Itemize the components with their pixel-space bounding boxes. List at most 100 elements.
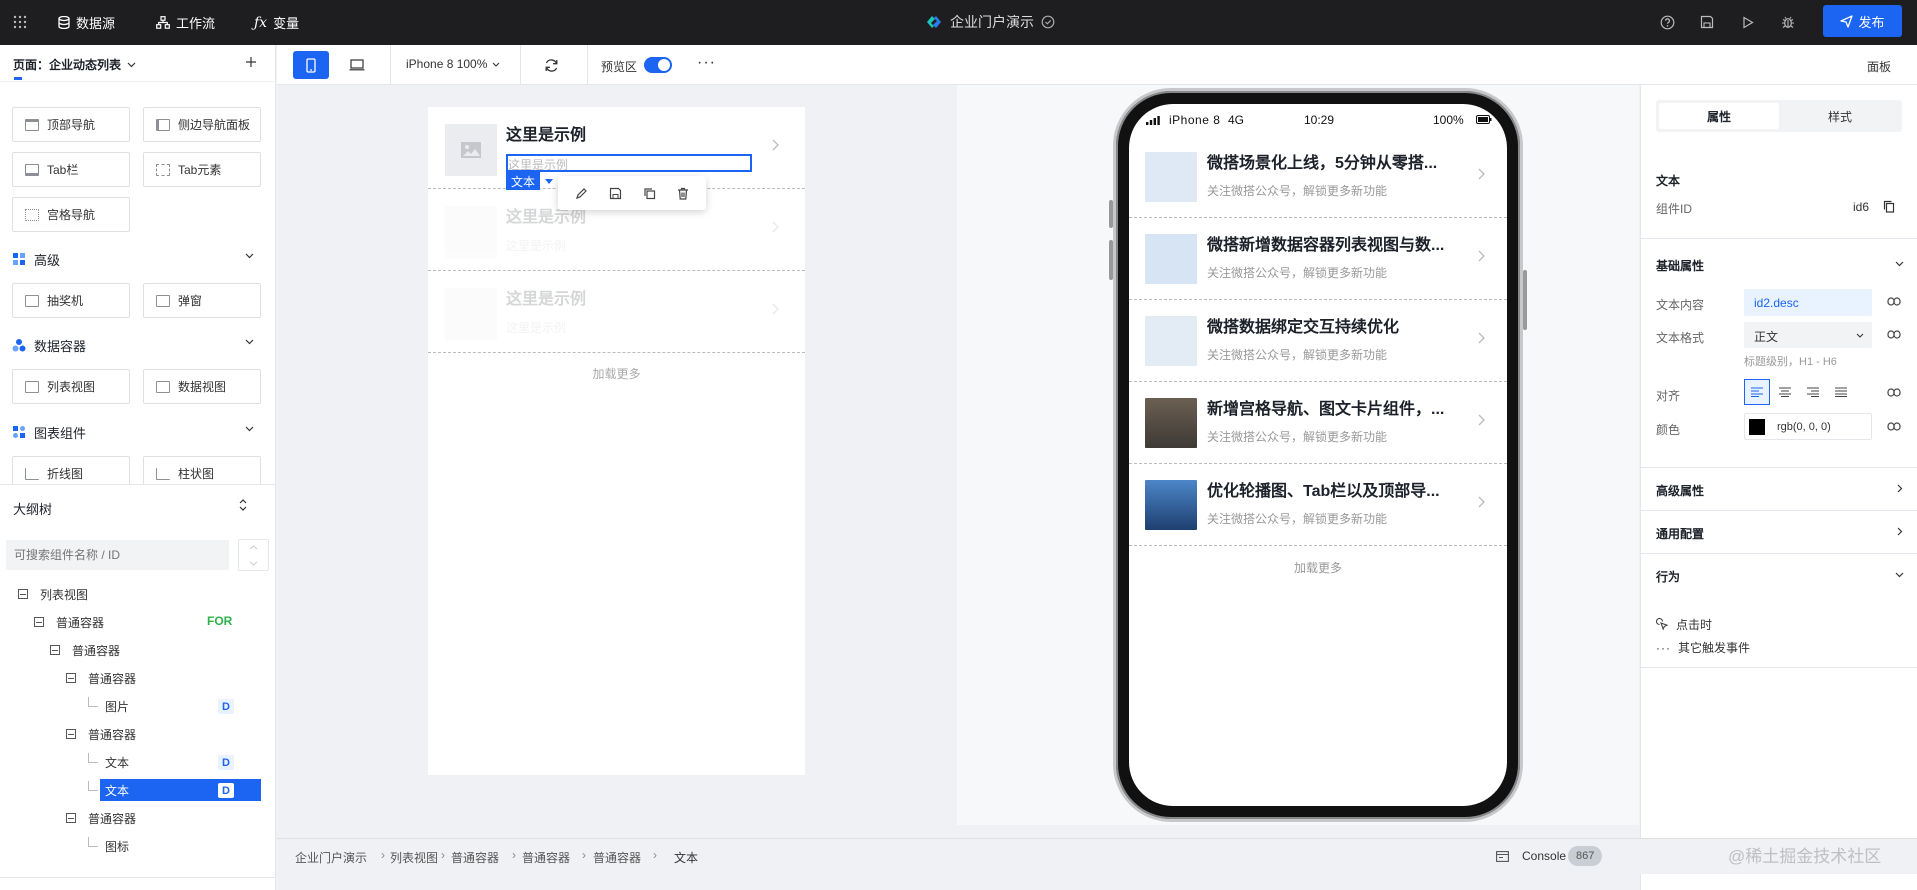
news-item[interactable]: 微搭场景化上线，5分钟从零搭... 关注微搭公众号，解锁更多新功能 [1129,136,1507,218]
save-template-icon[interactable] [609,187,622,200]
publish-button[interactable]: 发布 [1823,5,1902,37]
caret-down-icon[interactable] [545,179,553,184]
news-item[interactable]: 微搭新增数据容器列表视图与数... 关注微搭公众号，解锁更多新功能 [1129,218,1507,300]
copy-icon[interactable] [1883,200,1895,213]
page-selector[interactable]: 页面：企业动态列表 [13,56,136,73]
comp-line-chart[interactable]: 折线图 [12,456,130,484]
preview-toggle[interactable] [644,57,672,73]
comp-tab-bar[interactable]: Tab栏 [12,152,130,187]
refresh-icon[interactable] [544,58,559,73]
load-more-preview[interactable]: 加载更多 [1129,559,1507,576]
breadcrumb-item[interactable]: 列表视图 [390,849,438,866]
section-advanced[interactable]: 高级 [12,249,262,269]
list-item[interactable]: 这里是示例 这里是示例 [428,271,805,353]
panel-toggle[interactable]: 面板 [1867,58,1891,75]
apps-grid-icon[interactable] [10,12,30,32]
device-selector[interactable]: iPhone 8 100% [406,57,500,71]
breadcrumb-item[interactable]: 普通容器 [593,849,641,866]
image-placeholder[interactable] [445,124,497,176]
link-icon[interactable] [1887,422,1901,431]
tree-node-list-view[interactable]: 列表视图 [18,583,88,605]
tree-node-image[interactable]: 图片 [88,695,129,717]
tab-properties[interactable]: 属性 [1659,103,1779,129]
other-events[interactable]: ··· 其它触发事件 [1656,639,1750,656]
nav-datasource[interactable]: 数据源 [58,0,115,45]
desktop-icon [349,59,365,71]
tree-node-icon[interactable]: 图标 [88,835,129,857]
bug-icon[interactable] [1778,12,1798,32]
news-item[interactable]: 优化轮播图、Tab栏以及顶部导... 关注微搭公众号，解锁更多新功能 [1129,464,1507,546]
comp-tab-element[interactable]: Tab元素 [143,152,261,187]
component-id-label: 组件ID [1656,202,1693,216]
desktop-view-button[interactable] [339,51,375,79]
collapse-toggle-icon[interactable] [238,498,248,512]
link-icon[interactable] [1887,330,1901,339]
edit-icon[interactable] [575,187,588,200]
nav-variables[interactable]: ƒx 变量 [254,0,299,45]
comp-list-view-label: 列表视图 [47,380,96,394]
chevron-down-icon[interactable] [1895,261,1904,267]
align-right-button[interactable] [1800,379,1826,405]
color-field[interactable]: rgb(0, 0, 0) [1744,413,1872,440]
breadcrumb-item[interactable]: 企业门户演示 [295,849,367,866]
nav-workflow[interactable]: 工作流 [156,0,215,45]
tree-node-container[interactable]: 普通容器 [50,639,120,661]
section-data-container[interactable]: 数据容器 [12,335,262,355]
tree-node-container[interactable]: 普通容器 [66,807,136,829]
tree-node-text[interactable]: 文本 [88,751,129,773]
comp-list-view[interactable]: 列表视图 [12,369,130,404]
comp-line-chart-label: 折线图 [47,467,84,481]
selection-outline[interactable]: 这里是示例 [506,154,752,172]
comp-lottery[interactable]: 抽奖机 [12,283,130,318]
outline-search-input[interactable] [6,540,229,570]
comp-side-nav[interactable]: 侧边导航面板 [143,107,261,142]
on-click-event[interactable]: 点击时 [1656,616,1712,633]
play-icon[interactable] [1738,12,1758,32]
add-page-icon[interactable] [245,56,257,68]
search-stepper[interactable] [238,539,269,571]
mobile-view-button[interactable] [293,51,329,79]
help-icon[interactable] [1657,12,1677,32]
align-left-button[interactable] [1744,379,1770,405]
tree-node-text-selected-row[interactable]: 文本 [88,779,129,801]
bind-badge: D [218,783,234,798]
tree-node-container[interactable]: 普通容器 [34,611,104,633]
advanced-properties-section[interactable]: 高级属性 [1641,467,1917,510]
breadcrumb-item[interactable]: 普通容器 [522,849,570,866]
console-button[interactable]: Console [1522,849,1566,863]
tab-styles[interactable]: 样式 [1781,103,1899,129]
selected-component-tag[interactable]: 文本 [506,172,541,190]
color-swatch[interactable] [1749,419,1765,435]
tree-node-container[interactable]: 普通容器 [66,723,136,745]
copy-icon[interactable] [643,187,656,200]
comp-data-view[interactable]: 数据视图 [143,369,261,404]
tree-node-container[interactable]: 普通容器 [66,667,136,689]
section-charts-title: 图表组件 [34,425,87,441]
align-center-button[interactable] [1772,379,1798,405]
comp-top-nav[interactable]: 顶部导航 [12,107,130,142]
save-icon[interactable] [1697,12,1717,32]
link-icon[interactable] [1887,297,1901,306]
align-justify-button[interactable] [1828,379,1854,405]
component-name: 文本 [1656,174,1681,188]
link-icon[interactable] [1887,388,1901,397]
breadcrumb-item[interactable]: 普通容器 [451,849,499,866]
text-format-select[interactable]: 正文 [1744,322,1872,348]
chart-section-icon [13,426,25,438]
text-content-field[interactable]: id2.desc [1744,289,1872,316]
news-item[interactable]: 微搭数据绑定交互持续优化 关注微搭公众号，解锁更多新功能 [1129,300,1507,382]
section-charts[interactable]: 图表组件 [12,422,262,442]
common-config-section[interactable]: 通用配置 [1641,510,1917,553]
item-title[interactable]: 这里是示例 [506,121,586,145]
basic-properties-title[interactable]: 基础属性 [1656,257,1704,274]
comp-bar-chart[interactable]: 柱状图 [143,456,261,484]
comp-grid-nav[interactable]: 宫格导航 [12,197,130,232]
nav-workflow-label: 工作流 [176,16,216,31]
chevron-down-icon[interactable] [1895,572,1904,578]
behavior-title[interactable]: 行为 [1656,568,1680,585]
more-icon[interactable]: ··· [697,54,716,72]
comp-popup[interactable]: 弹窗 [143,283,261,318]
delete-icon[interactable] [677,187,689,200]
load-more-editor[interactable]: 加载更多 [428,365,805,382]
news-item[interactable]: 新增宫格导航、图文卡片组件，... 关注微搭公众号，解锁更多新功能 [1129,382,1507,464]
